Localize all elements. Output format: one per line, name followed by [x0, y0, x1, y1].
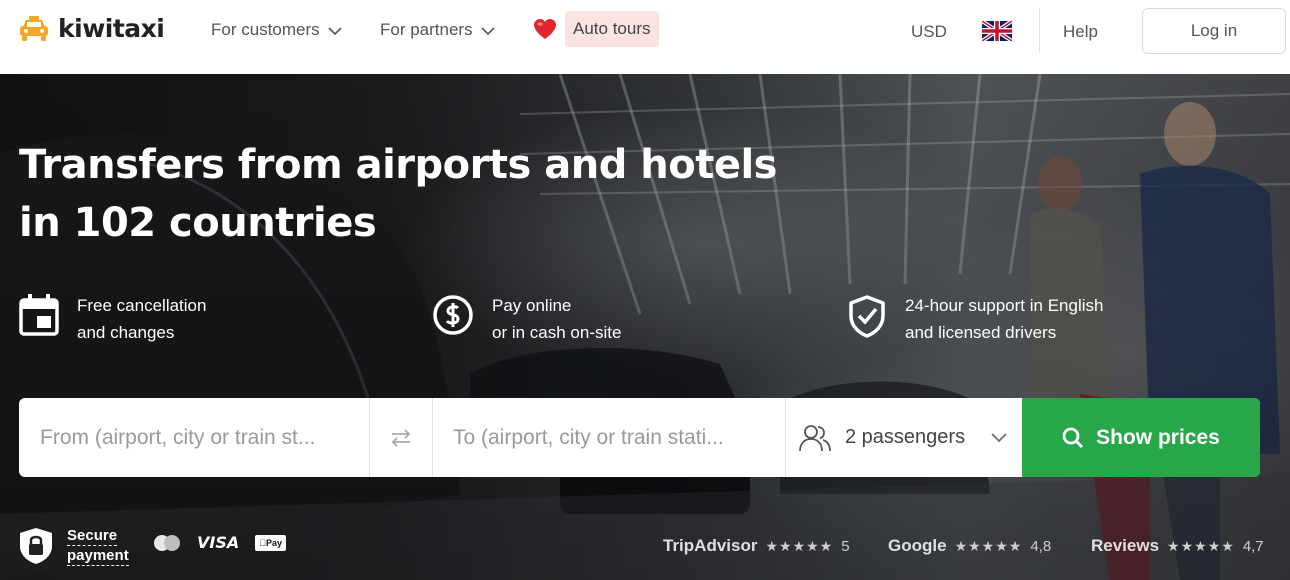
logo-text: kiwitaxi — [58, 14, 165, 43]
currency-selector[interactable]: USD — [911, 22, 947, 42]
stars-icon: ★★★★★ — [765, 537, 834, 554]
top-header: kiwitaxi For customers For partners Auto… — [0, 0, 1290, 74]
feature-pay-online: Pay online or in cash on-site — [432, 292, 621, 346]
chevron-down-icon — [328, 26, 342, 35]
rating-name: Google — [888, 536, 947, 555]
rating-value: 4,8 — [1030, 537, 1052, 555]
nav-for-customers-label: For customers — [211, 20, 320, 39]
search-icon — [1062, 427, 1084, 448]
search-form: From (airport, city or train st... To (a… — [19, 398, 1260, 477]
stars-icon: ★★★★★ — [1167, 537, 1235, 554]
hero-title-line2: in 102 countries — [19, 200, 377, 246]
secure-line2: payment — [67, 547, 129, 566]
help-link[interactable]: Help — [1063, 22, 1098, 42]
secure-payment[interactable]: Secure payment — [19, 526, 129, 566]
auto-tours-label: Auto tours — [565, 11, 659, 47]
mastercard-icon — [154, 534, 180, 551]
feature-3-line2: and licensed drivers — [905, 323, 1057, 342]
login-button[interactable]: Log in — [1142, 8, 1286, 54]
feature-2-line2: or in cash on-site — [492, 323, 622, 342]
payment-logos: VISA Pay — [153, 533, 287, 552]
hero-title: Transfers from airports and hotels in 10… — [19, 136, 819, 252]
logo[interactable]: kiwitaxi — [18, 14, 165, 43]
feature-support: 24-hour support in English and licensed … — [847, 292, 1103, 346]
rating-tripadvisor[interactable]: TripAdvisor ★★★★★ 5 — [663, 536, 850, 556]
chevron-down-icon — [991, 432, 1007, 442]
rating-value: 5 — [841, 537, 850, 555]
swap-button[interactable] — [369, 398, 433, 477]
uk-flag-icon[interactable] — [980, 19, 1014, 46]
calendar-icon — [19, 294, 59, 336]
rating-reviews[interactable]: Reviews ★★★★★ 4,7 — [1091, 536, 1264, 556]
dollar-icon — [433, 295, 473, 335]
visa-logo: VISA — [197, 533, 240, 552]
rating-name: Reviews — [1091, 536, 1160, 555]
to-input[interactable]: To (airport, city or train stati... — [433, 398, 785, 477]
taxi-car-icon — [20, 15, 48, 41]
rating-value: 4,7 — [1242, 537, 1264, 555]
from-input[interactable]: From (airport, city or train st... — [19, 398, 369, 477]
chevron-down-icon — [481, 26, 495, 35]
nav-for-partners-label: For partners — [380, 20, 473, 39]
rating-name: TripAdvisor — [663, 536, 758, 555]
hero-title-line1: Transfers from airports and hotels — [19, 142, 777, 188]
show-prices-button[interactable]: Show prices — [1022, 398, 1260, 477]
shield-check-icon — [849, 295, 885, 338]
secure-line1: Secure — [67, 527, 118, 546]
nav-for-partners[interactable]: For partners — [380, 20, 495, 40]
feature-3-line1: 24-hour support in English — [905, 296, 1104, 315]
feature-1-line2: and changes — [77, 323, 175, 342]
feature-2-line1: Pay online — [492, 296, 572, 315]
feature-free-cancellation: Free cancellation and changes — [19, 292, 206, 346]
applepay-logo: Pay — [255, 534, 287, 551]
passengers-value: 2 passengers — [845, 426, 966, 448]
stars-icon: ★★★★★ — [954, 537, 1023, 554]
feature-1-line1: Free cancellation — [77, 296, 207, 315]
heart-icon — [534, 19, 556, 39]
show-prices-label: Show prices — [1096, 425, 1220, 449]
lock-shield-icon — [20, 528, 52, 564]
header-divider — [1039, 8, 1040, 54]
rating-google[interactable]: Google ★★★★★ 4,8 — [888, 536, 1051, 556]
nav-auto-tours[interactable]: Auto tours — [533, 11, 659, 47]
applepay-text: Pay — [259, 537, 282, 548]
people-icon — [799, 424, 831, 451]
swap-arrows-icon — [391, 428, 411, 447]
nav-for-customers[interactable]: For customers — [211, 20, 342, 40]
passengers-select[interactable]: 2 passengers — [785, 398, 1022, 477]
